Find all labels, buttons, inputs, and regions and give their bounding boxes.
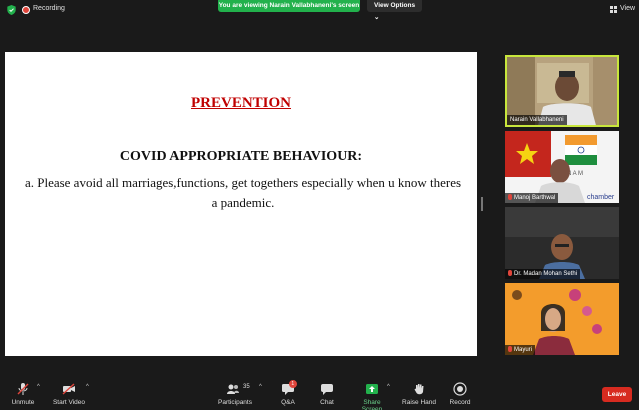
muted-mic-icon xyxy=(508,194,512,200)
view-options-label: View Options xyxy=(374,2,416,9)
background-text: chamber xyxy=(587,194,615,201)
leave-button[interactable]: Leave xyxy=(602,387,632,402)
share-options-chevron-icon[interactable]: ^ xyxy=(387,384,390,390)
participants-label: Participants xyxy=(218,399,252,406)
raise-hand-button[interactable]: Raise Hand xyxy=(402,378,436,410)
participants-button[interactable]: Participants xyxy=(216,378,254,410)
record-button[interactable]: Record xyxy=(448,378,472,410)
video-options-chevron-icon[interactable]: ^ xyxy=(86,384,89,390)
chevron-down-icon: ⌄ xyxy=(374,14,380,21)
muted-mic-icon xyxy=(508,346,512,352)
participant-tile-manoj[interactable]: N A M chamber Manoj Barthwal xyxy=(505,131,619,203)
video-off-icon xyxy=(62,383,75,395)
participant-tile-mayuri[interactable]: Mayuri xyxy=(505,283,619,355)
participant-name: Dr. Madan Mohan Sethi xyxy=(505,269,581,279)
meeting-toolbar: Unmute ^ Start Video ^ Participants 35 ^ xyxy=(0,378,639,410)
raise-hand-icon xyxy=(414,384,424,395)
audio-options-chevron-icon[interactable]: ^ xyxy=(37,384,40,390)
record-icon xyxy=(453,382,467,396)
muted-mic-icon xyxy=(508,270,512,276)
zoom-meeting-window: Recording You are viewing Narain Vallabh… xyxy=(0,0,639,410)
chat-label: Chat xyxy=(320,399,334,406)
participants-options-chevron-icon[interactable]: ^ xyxy=(259,384,262,390)
share-screen-icon xyxy=(366,384,378,394)
participant-name: Manoj Barthwal xyxy=(505,193,559,203)
record-label: Record xyxy=(449,399,471,406)
view-button[interactable]: View xyxy=(620,5,635,12)
participant-name: Narain Vallabhaneni xyxy=(507,115,567,125)
share-screen-button[interactable]: Share Screen xyxy=(353,378,391,410)
slide-heading: COVID APPROPRIATE BEHAVIOUR: xyxy=(119,149,363,164)
share-screen-label: Share Screen xyxy=(361,399,383,410)
participant-tile-narain[interactable]: Narain Vallabhaneni xyxy=(505,55,619,127)
resize-handle[interactable] xyxy=(481,197,483,211)
qa-label: Q&A xyxy=(281,399,295,406)
grid-view-icon[interactable] xyxy=(610,6,617,13)
top-bar: Recording You are viewing Narain Vallabh… xyxy=(0,0,639,21)
slide-title: PREVENTION xyxy=(190,95,291,111)
qa-notification-badge: 1 xyxy=(288,380,297,388)
participants-count: 35 xyxy=(243,384,250,390)
start-video-button[interactable]: Start Video xyxy=(51,378,87,410)
participant-name-text: Manoj Barthwal xyxy=(514,195,556,201)
viewing-screen-banner: You are viewing Narain Vallabhaneni's sc… xyxy=(218,0,360,12)
unmute-button[interactable]: Unmute xyxy=(6,378,40,410)
view-options-button[interactable]: View Options ⌄ xyxy=(367,0,422,21)
participant-tile-madan[interactable]: Dr. Madan Mohan Sethi xyxy=(505,207,619,279)
shared-screen: PREVENTION COVID APPROPRIATE BEHAVIOUR: … xyxy=(5,52,477,356)
participant-name-text: Dr. Madan Mohan Sethi xyxy=(514,271,578,277)
participant-name-text: Mayuri xyxy=(514,347,533,353)
slide-body-text: a. Please avoid all marriages,functions,… xyxy=(24,175,462,210)
qa-button[interactable]: 1 Q&A xyxy=(278,378,298,410)
participants-icon xyxy=(227,384,239,394)
muted-microphone-icon xyxy=(17,383,29,395)
start-video-label: Start Video xyxy=(52,399,86,406)
raise-hand-label: Raise Hand xyxy=(402,399,436,406)
unmute-label: Unmute xyxy=(11,399,35,406)
recording-icon xyxy=(22,6,30,14)
chat-button[interactable]: Chat xyxy=(317,378,337,410)
shield-icon[interactable] xyxy=(7,5,16,15)
chat-icon xyxy=(321,384,333,395)
recording-label[interactable]: Recording xyxy=(33,5,65,12)
participant-name: Mayuri xyxy=(505,345,536,355)
